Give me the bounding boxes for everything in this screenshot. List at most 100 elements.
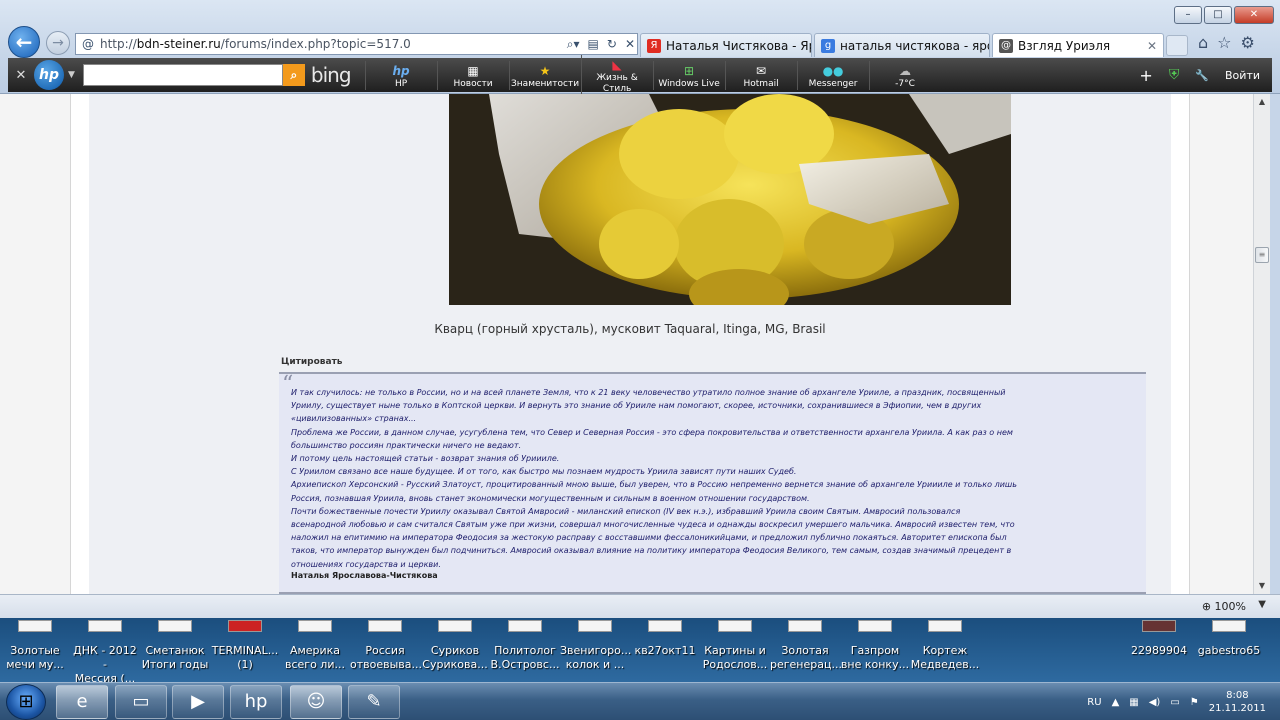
scroll-up-icon[interactable]: ▲ <box>1254 94 1270 110</box>
toolbar-item-lifestyle[interactable]: ◣ Жизнь & Стиль <box>580 55 653 95</box>
language-indicator[interactable]: RU <box>1087 697 1101 708</box>
search-go-button[interactable]: ⌕ <box>282 64 305 86</box>
desktop-icon[interactable]: TERMINAL... (1) <box>210 620 280 672</box>
refresh-icon[interactable]: ↻ <box>605 37 619 51</box>
ie-icon[interactable]: e <box>56 685 108 719</box>
desktop-icon[interactable]: Картины и Родослов... <box>700 620 770 672</box>
quote-line: Почти божественные почести Уриилу оказыв… <box>291 506 961 516</box>
tab-label: Взгляд Уриэля <box>1018 38 1111 53</box>
toolbar-item-hp[interactable]: hp HP <box>364 60 437 90</box>
chevron-up-icon[interactable]: ▲ <box>1112 697 1120 708</box>
desktop-icon[interactable]: gabestro65 <box>1194 620 1264 658</box>
vertical-scrollbar[interactable]: ▲ ≡ ▼ <box>1253 94 1270 594</box>
quote-block: “ И так случилось: не только в России, н… <box>279 372 1146 594</box>
wrench-icon[interactable]: 🔧 <box>1195 69 1209 82</box>
crystal-image <box>449 94 1011 305</box>
zoom-dropdown-icon[interactable]: ▼ <box>1258 599 1266 610</box>
quote-line: Уриилу, существует ныне только в Коптско… <box>291 401 982 411</box>
desktop-icon[interactable]: Россия отвоевыва... <box>350 620 422 672</box>
paint-icon[interactable]: ✎ <box>348 685 400 719</box>
windows-logo-icon: ⊞ <box>18 691 34 712</box>
scroll-down-icon[interactable]: ▼ <box>1254 578 1270 594</box>
tab-label: Наталья Чистякова - Ярос... <box>666 38 811 53</box>
window-controls: – □ ✕ <box>1174 6 1274 24</box>
compat-view-icon[interactable]: ▤ <box>586 37 601 51</box>
shield-icon[interactable]: ⛨ <box>1169 67 1180 83</box>
search-icon[interactable]: ⌕▾ <box>565 37 582 52</box>
people-icon[interactable]: ☺ <box>290 685 342 719</box>
news-icon: ▦ <box>467 63 479 78</box>
gear-icon[interactable]: ⚙ <box>1241 33 1255 52</box>
folder-icon[interactable]: ▭ <box>115 685 167 719</box>
flag-icon[interactable]: ⚑ <box>1190 697 1199 708</box>
bing-search-input[interactable] <box>82 64 283 86</box>
chevron-down-icon[interactable]: ▼ <box>68 70 75 80</box>
desktop-icon[interactable]: Кортеж Медведев... <box>910 620 980 672</box>
clock-date: 21.11.2011 <box>1208 703 1266 714</box>
tab-natalia-yandex[interactable]: Я Наталья Чистякова - Ярос... <box>640 33 812 57</box>
start-button[interactable]: ⊞ <box>6 684 46 720</box>
desktop-icon[interactable]: ДНК - 2012 - Мессия (... <box>70 620 140 686</box>
forward-button[interactable]: → <box>46 31 70 55</box>
signin-link[interactable]: Войти <box>1225 69 1260 82</box>
desktop-icon[interactable]: Политолог В.Островс... <box>490 620 560 672</box>
forum-page: Кварц (горный хрусталь), мусковит Taquar… <box>70 94 1190 594</box>
document-icon <box>88 620 122 632</box>
stop-icon[interactable]: ✕ <box>623 37 637 51</box>
desktop-icon[interactable]: Сметанюк Итоги годы <box>140 620 210 672</box>
google-icon: g <box>821 38 835 53</box>
url-text[interactable]: http://bdn-steiner.ru/forums/index.php?t… <box>100 37 561 51</box>
address-bar[interactable]: @ http://bdn-steiner.ru/forums/index.php… <box>75 33 638 55</box>
media-player-icon[interactable]: ▶ <box>172 685 224 719</box>
desktop-icon[interactable]: Суриков Сурикова... <box>420 620 490 672</box>
close-window-button[interactable]: ✕ <box>1234 6 1274 24</box>
zoom-level[interactable]: ⊕ 100% <box>1202 600 1246 613</box>
star-icon: ★ <box>539 63 551 78</box>
quote-line: «цивилизованных» странах... <box>291 414 417 424</box>
volume-icon[interactable]: ◀) <box>1149 697 1161 708</box>
home-icon[interactable]: ⌂ <box>1198 33 1208 52</box>
new-tab-button[interactable] <box>1166 35 1188 56</box>
tab-uriel[interactable]: @ Взгляд Уриэля ✕ <box>992 33 1164 57</box>
quote-line: таков, что император вынужден был подчин… <box>291 546 1012 556</box>
scrollbar-thumb[interactable]: ≡ <box>1255 247 1269 263</box>
quote-line: Архиепископ Херсонский - Русский Златоус… <box>291 480 1017 490</box>
desktop-icon[interactable]: Газпром вне конку... <box>840 620 910 672</box>
close-toolbar-icon[interactable]: ✕ <box>8 68 34 83</box>
toolbar-item-windows-live[interactable]: ⊞ Windows Live <box>652 60 725 90</box>
hp-icon[interactable]: hp <box>230 685 282 719</box>
clock[interactable]: 8:08 21.11.2011 <box>1209 689 1266 715</box>
favorites-star-icon[interactable]: ☆ <box>1217 33 1231 52</box>
desktop-icon[interactable]: кв27окт11 <box>630 620 700 658</box>
close-tab-icon[interactable]: ✕ <box>1147 39 1157 53</box>
page-viewport: Кварц (горный хрусталь), мусковит Taquar… <box>0 94 1253 594</box>
document-icon <box>648 620 682 632</box>
forum-post: Кварц (горный хрусталь), мусковит Taquar… <box>89 94 1171 594</box>
add-button[interactable]: + <box>1139 66 1152 85</box>
pdf-icon <box>228 620 262 632</box>
cloud-icon: ☁ <box>899 63 912 78</box>
toolbar-item-hotmail[interactable]: ✉ Hotmail <box>724 60 797 90</box>
tab-natalia-google[interactable]: g наталья чистякова - яросл... <box>814 33 990 57</box>
toolbar-item-weather[interactable]: ☁ -7°C <box>868 60 941 90</box>
monitor-icon[interactable]: ▭ <box>1170 697 1179 708</box>
image-icon <box>1142 620 1176 632</box>
hp-icon: hp <box>392 63 410 78</box>
hp-logo-icon[interactable]: hp <box>34 60 64 90</box>
toolbar-item-celebrities[interactable]: ★ Знаменитости <box>508 60 581 90</box>
browser-chrome: – □ ✕ ← → @ http://bdn-steiner.ru/forums… <box>0 0 1280 95</box>
back-button[interactable]: ← <box>8 26 40 58</box>
status-bar: ⊕ 100% ▼ <box>0 594 1280 618</box>
hp-toolbar: ✕ hp ▼ ⌕ bing hp HP ▦ Новости ★ Знаменитост… <box>8 55 1272 95</box>
maximize-button[interactable]: □ <box>1204 6 1232 24</box>
browser-toolbar-icons: ⌂ ☆ ⚙ <box>1198 33 1255 52</box>
desktop-icon[interactable]: 22989904 <box>1124 620 1194 658</box>
toolbar-item-news[interactable]: ▦ Новости <box>436 60 509 90</box>
desktop-icon[interactable]: Золотые мечи му... <box>0 620 70 672</box>
minimize-button[interactable]: – <box>1174 6 1202 24</box>
desktop-icon[interactable]: Золотая регенерац... <box>770 620 842 672</box>
desktop-icon[interactable]: Звенигоро... колок и ... <box>560 620 631 672</box>
desktop-icon[interactable]: Америка всего ли... <box>280 620 350 672</box>
network-icon[interactable]: ▦ <box>1129 697 1138 708</box>
toolbar-item-messenger[interactable]: ●● Messenger <box>796 60 869 90</box>
